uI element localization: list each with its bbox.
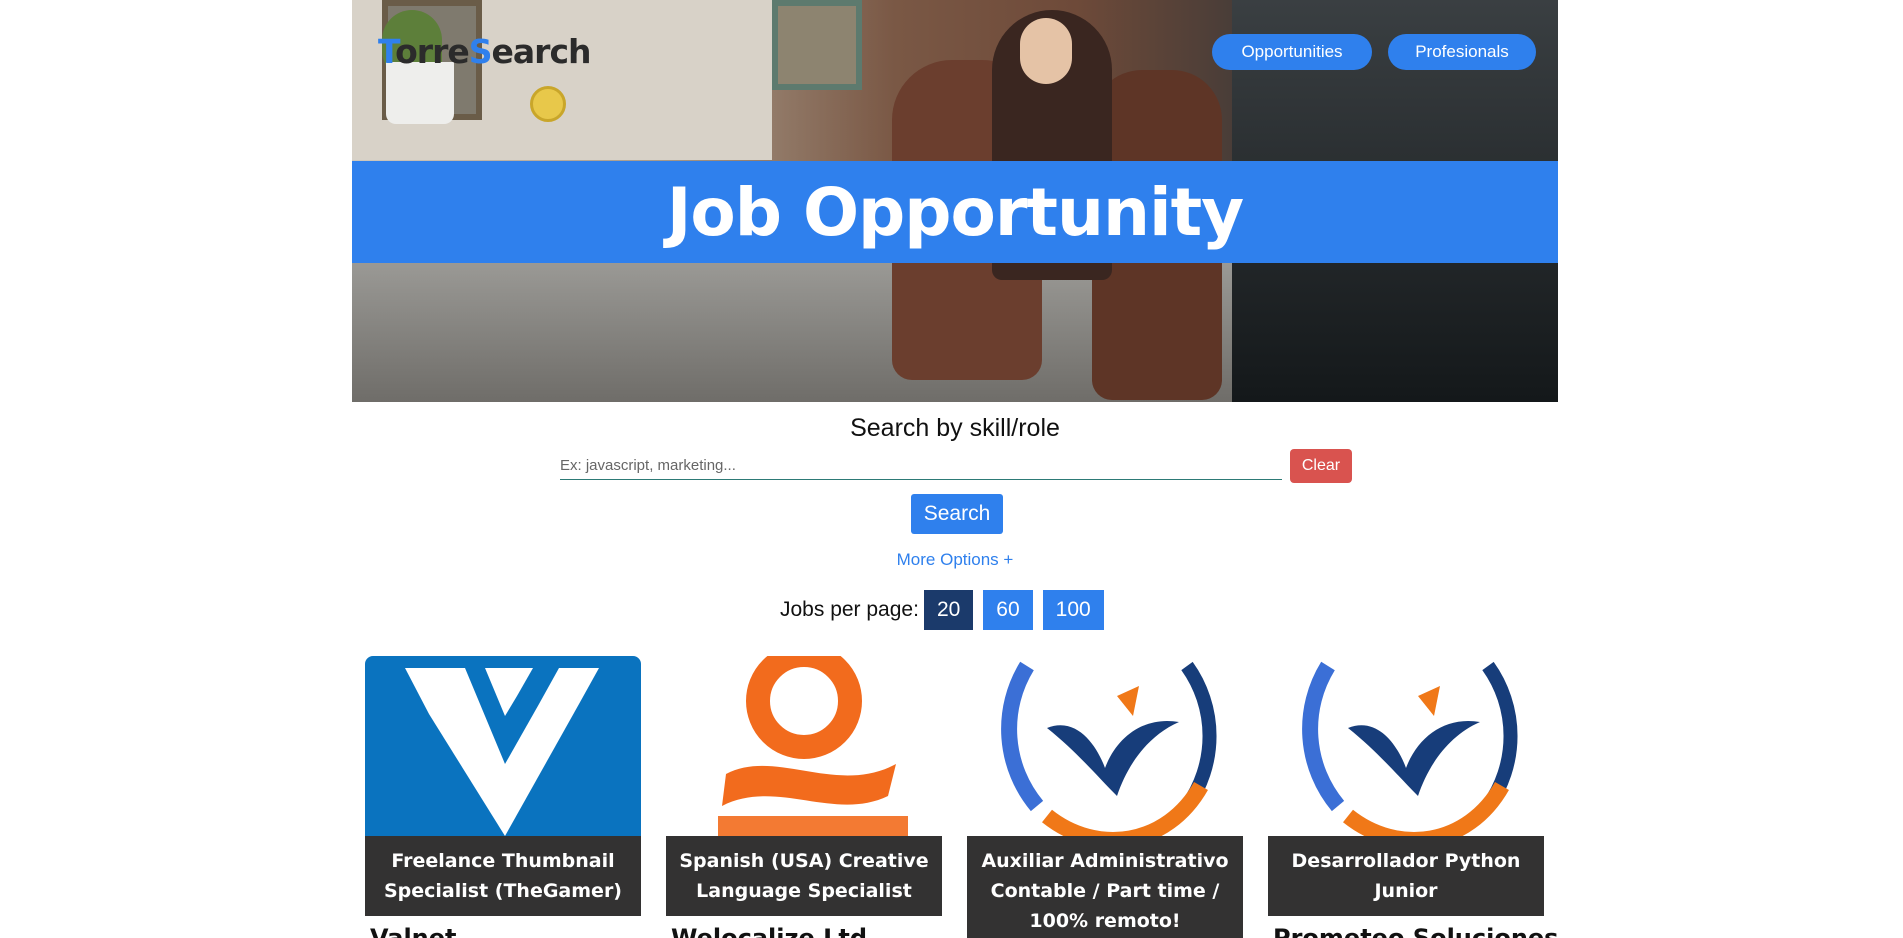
page-container: TorreSearch Opportunities Profesionals J… (352, 0, 1558, 938)
prometeo-logo (967, 656, 1243, 836)
prometeo-logo (1268, 656, 1544, 836)
jobs-per-page-label: Jobs per page: (780, 598, 919, 621)
valnet-logo (365, 656, 641, 836)
page-title: Job Opportunity (666, 173, 1244, 251)
logo-part2: earch (491, 32, 592, 71)
logo-part1: orre (395, 32, 470, 71)
logo-letter-s: S (468, 32, 493, 71)
job-title: Auxiliar Administrativo Contable / Part … (967, 836, 1243, 938)
pot-image (386, 62, 454, 124)
per-page-100-button[interactable]: 100 (1042, 590, 1104, 630)
welocalize-logo (666, 656, 942, 836)
logo-letter-t: T (378, 32, 396, 71)
person-face (1020, 18, 1072, 84)
company-name: Valnet (370, 924, 457, 938)
job-title: Freelance Thumbnail Specialist (TheGamer… (365, 836, 641, 916)
job-title: Spanish (USA) Creative Language Speciali… (666, 836, 942, 916)
search-button[interactable]: Search (911, 494, 1003, 534)
hero-window-frame (772, 0, 862, 90)
clock-image (530, 86, 566, 122)
clear-button[interactable]: Clear (1290, 449, 1352, 483)
hero-header: TorreSearch Opportunities Profesionals J… (352, 0, 1558, 402)
search-input[interactable] (560, 452, 1282, 480)
job-card[interactable]: Desarrollador Python Junior Prometeo Sol… (1268, 656, 1558, 938)
company-name: Prometeo Soluciones (1273, 924, 1559, 938)
jobs-per-page: Jobs per page: 20 60 100 (780, 590, 1104, 630)
per-page-20-button[interactable]: 20 (923, 590, 974, 630)
nav-profesionals-button[interactable]: Profesionals (1388, 34, 1536, 70)
company-name: Welocalize Ltd (671, 924, 868, 938)
job-card[interactable]: Freelance Thumbnail Specialist (TheGamer… (365, 656, 641, 938)
job-title: Desarrollador Python Junior (1268, 836, 1544, 916)
more-options-link[interactable]: More Options + (352, 550, 1558, 570)
search-heading: Search by skill/role (850, 414, 1060, 442)
per-page-60-button[interactable]: 60 (983, 590, 1033, 630)
job-card[interactable]: Auxiliar Administrativo Contable / Part … (967, 656, 1243, 938)
job-card[interactable]: Spanish (USA) Creative Language Speciali… (666, 656, 942, 938)
nav-opportunities-button[interactable]: Opportunities (1212, 34, 1372, 70)
title-banner: Job Opportunity (352, 161, 1558, 263)
site-logo[interactable]: TorreSearch (378, 32, 592, 71)
